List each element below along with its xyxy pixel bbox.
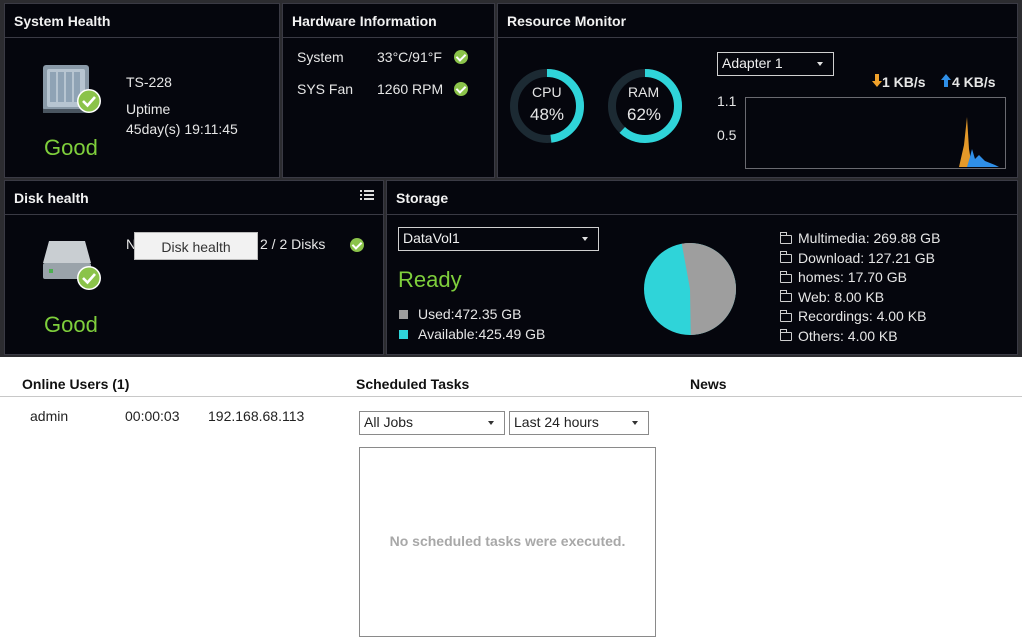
used-legend-swatch bbox=[399, 310, 408, 319]
scheduled-tasks-title: Scheduled Tasks bbox=[356, 376, 470, 392]
available-legend-swatch bbox=[399, 330, 408, 339]
ram-value: 62% bbox=[627, 105, 662, 124]
folder-item: homes: 17.70 GB bbox=[780, 268, 940, 288]
disk-health-panel: Disk health N Disk health 2 / 2 Disks Go… bbox=[4, 180, 384, 355]
folder-icon bbox=[780, 251, 792, 264]
panel-title: System Health bbox=[5, 4, 279, 38]
system-temp-label: System bbox=[297, 49, 344, 65]
online-users-title: Online Users (1) bbox=[22, 376, 130, 392]
panel-title: Hardware Information bbox=[283, 4, 494, 38]
available-space: Available:425.49 GB bbox=[418, 326, 546, 342]
table-row[interactable]: admin 00:00:03 192.168.68.113 bbox=[0, 400, 340, 430]
storage-pie-chart bbox=[644, 243, 736, 335]
list-icon[interactable] bbox=[360, 189, 374, 201]
folder-icon bbox=[780, 329, 792, 342]
folder-item: Recordings: 4.00 KB bbox=[780, 307, 940, 327]
nas-device-icon bbox=[43, 65, 101, 113]
folder-icon bbox=[780, 290, 792, 303]
scheduled-tasks-list: No scheduled tasks were executed. bbox=[359, 447, 656, 637]
disk-count: 2 / 2 Disks bbox=[260, 236, 326, 252]
jobs-filter-value: All Jobs bbox=[364, 414, 414, 430]
news-title: News bbox=[690, 376, 727, 392]
empty-tasks-message: No scheduled tasks were executed. bbox=[389, 533, 626, 549]
used-space: Used:472.35 GB bbox=[418, 306, 522, 322]
panel-title: Resource Monitor bbox=[498, 4, 1017, 38]
adapter-select[interactable]: Adapter 1 bbox=[717, 52, 834, 76]
resource-monitor-panel: Resource Monitor CPU 48% RAM 62% Adapter… bbox=[497, 3, 1018, 178]
adapter-select-value: Adapter 1 bbox=[722, 55, 783, 71]
user-ip: 192.168.68.113 bbox=[208, 408, 305, 424]
panel-title: Disk health bbox=[5, 181, 383, 215]
time-filter-value: Last 24 hours bbox=[514, 414, 599, 430]
system-temp-value: 33°C/91°F bbox=[377, 49, 442, 65]
folder-item: Multimedia: 269.88 GB bbox=[780, 229, 940, 249]
folder-item: Others: 4.00 KB bbox=[780, 327, 940, 347]
user-name: admin bbox=[30, 408, 69, 424]
hard-disk-icon bbox=[43, 241, 101, 290]
folder-item: Download: 127.21 GB bbox=[780, 249, 940, 269]
check-icon bbox=[454, 50, 468, 64]
folder-item: Web: 8.00 KB bbox=[780, 288, 940, 308]
uptime-label: Uptime bbox=[126, 101, 171, 117]
upload-arrow-icon bbox=[941, 74, 951, 87]
storage-panel: Storage DataVol1 Ready Used:472.35 GB Av… bbox=[386, 180, 1018, 355]
time-filter-select[interactable]: Last 24 hours bbox=[509, 411, 649, 435]
download-rate: 1 KB/s bbox=[882, 74, 926, 90]
volume-select[interactable]: DataVol1 bbox=[398, 227, 599, 251]
section-divider bbox=[0, 396, 1022, 397]
cpu-value: 48% bbox=[530, 105, 565, 124]
chevron-down-icon bbox=[817, 62, 823, 66]
check-icon bbox=[350, 238, 364, 252]
user-duration: 00:00:03 bbox=[125, 408, 180, 424]
volume-select-value: DataVol1 bbox=[403, 230, 460, 246]
chevron-down-icon bbox=[488, 421, 494, 425]
volume-status: Ready bbox=[398, 267, 462, 292]
check-icon bbox=[454, 82, 468, 96]
device-model: TS-228 bbox=[126, 74, 172, 90]
cpu-label: CPU bbox=[532, 84, 562, 100]
folder-icon bbox=[780, 270, 792, 283]
fan-label: SYS Fan bbox=[297, 81, 354, 97]
jobs-filter-select[interactable]: All Jobs bbox=[359, 411, 505, 435]
folder-icon bbox=[780, 309, 792, 322]
panel-title: Storage bbox=[387, 181, 1017, 215]
upload-rate: 4 KB/s bbox=[952, 74, 996, 90]
folder-icon bbox=[780, 231, 792, 244]
y-tick-mid: 0.5 bbox=[717, 127, 737, 143]
disk-status: Good bbox=[44, 312, 98, 337]
download-arrow-icon bbox=[872, 74, 882, 87]
network-chart bbox=[745, 97, 1006, 169]
system-status: Good bbox=[44, 135, 98, 160]
folder-list: Multimedia: 269.88 GB Download: 127.21 G… bbox=[780, 229, 940, 346]
ram-label: RAM bbox=[628, 84, 660, 100]
y-tick-top: 1.1 bbox=[717, 93, 737, 109]
uptime-value: 45day(s) 19:11:45 bbox=[126, 121, 238, 137]
system-health-panel: System Health TS-228 Uptime 45day(s) 19:… bbox=[4, 3, 280, 178]
disk-health-tooltip: Disk health bbox=[134, 232, 258, 260]
chevron-down-icon bbox=[582, 237, 588, 241]
chevron-down-icon bbox=[632, 421, 638, 425]
fan-value: 1260 RPM bbox=[377, 81, 444, 97]
hardware-info-panel: Hardware Information System 33°C/91°F SY… bbox=[282, 3, 495, 178]
